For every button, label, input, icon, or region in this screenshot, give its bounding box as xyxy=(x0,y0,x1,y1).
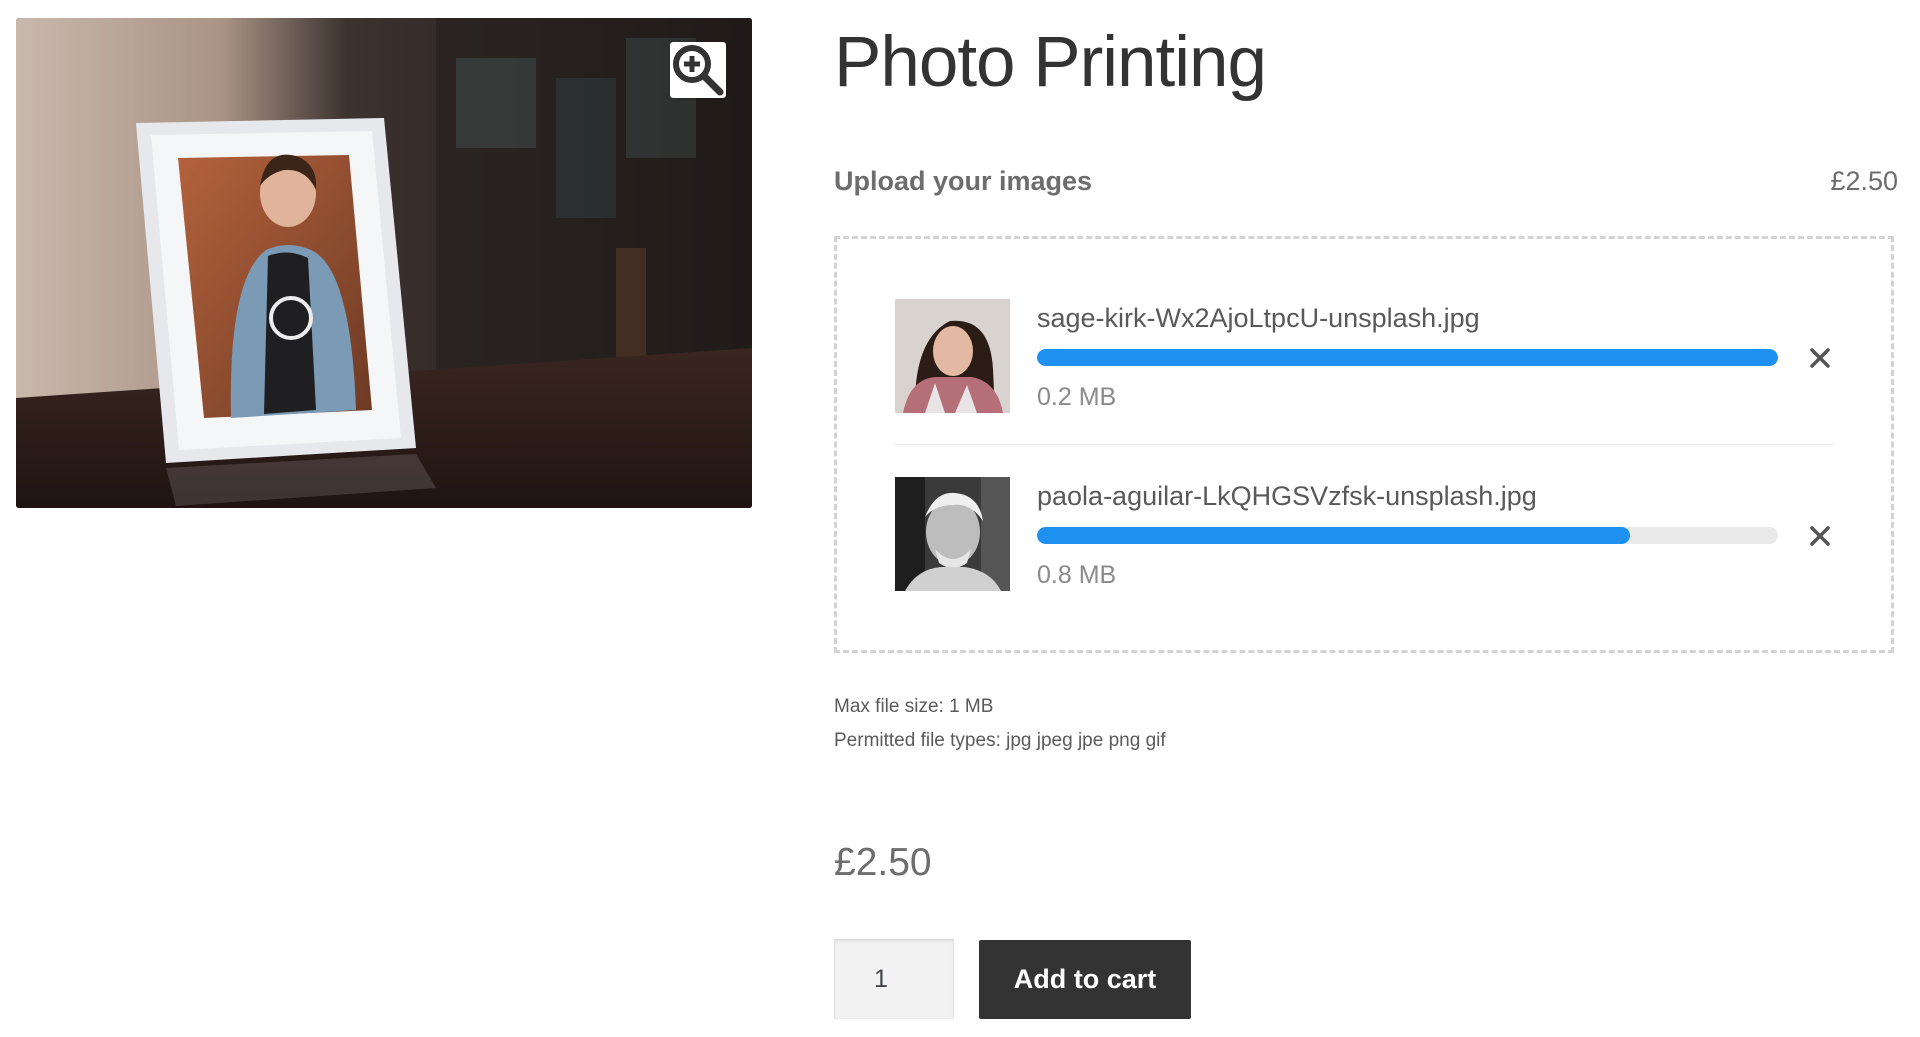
row-divider xyxy=(895,444,1833,445)
product-title: Photo Printing xyxy=(834,23,1267,102)
upload-hints: Max file size: 1 MB Permitted file types… xyxy=(834,690,1166,758)
file-thumbnail xyxy=(895,477,1010,591)
upload-label: Upload your images xyxy=(834,166,1093,196)
file-size: 0.8 MB xyxy=(1037,561,1117,589)
zoom-in-icon xyxy=(673,45,724,96)
close-icon xyxy=(1810,526,1830,546)
zoom-button[interactable] xyxy=(670,42,726,98)
file-name: sage-kirk-Wx2AjoLtpcU-unsplash.jpg xyxy=(1037,303,1480,333)
quantity-input[interactable] xyxy=(834,939,954,1019)
product-price: £2.50 xyxy=(834,841,932,884)
max-file-size-text: Max file size: 1 MB xyxy=(834,696,994,717)
close-icon xyxy=(1810,348,1830,368)
product-image[interactable] xyxy=(16,18,752,508)
uploaded-file-row: sage-kirk-Wx2AjoLtpcU-unsplash.jpg 0.2 M… xyxy=(895,299,1833,415)
portrait-thumbnail-image xyxy=(895,477,1010,591)
upload-progress-fill xyxy=(1037,527,1630,544)
upload-progress-bar xyxy=(1037,349,1778,366)
upload-dropzone[interactable]: sage-kirk-Wx2AjoLtpcU-unsplash.jpg 0.2 M… xyxy=(834,236,1894,653)
file-size: 0.2 MB xyxy=(1037,383,1117,411)
upload-price: £2.50 xyxy=(1830,166,1898,196)
upload-progress-fill xyxy=(1037,349,1778,366)
remove-file-button[interactable] xyxy=(1805,343,1835,373)
uploaded-file-row: paola-aguilar-LkQHGSVzfsk-unsplash.jpg 0… xyxy=(895,477,1833,593)
upload-progress-bar xyxy=(1037,527,1778,544)
file-thumbnail xyxy=(895,299,1010,413)
file-name: paola-aguilar-LkQHGSVzfsk-unsplash.jpg xyxy=(1037,481,1537,511)
add-to-cart-button[interactable]: Add to cart xyxy=(979,940,1191,1019)
portrait-thumbnail-image xyxy=(895,299,1010,413)
remove-file-button[interactable] xyxy=(1805,521,1835,551)
permitted-types-text: Permitted file types: jpg jpeg jpe png g… xyxy=(834,730,1166,751)
upload-header: Upload your images £2.50 xyxy=(834,166,1898,197)
framed-photo-image xyxy=(16,18,752,508)
